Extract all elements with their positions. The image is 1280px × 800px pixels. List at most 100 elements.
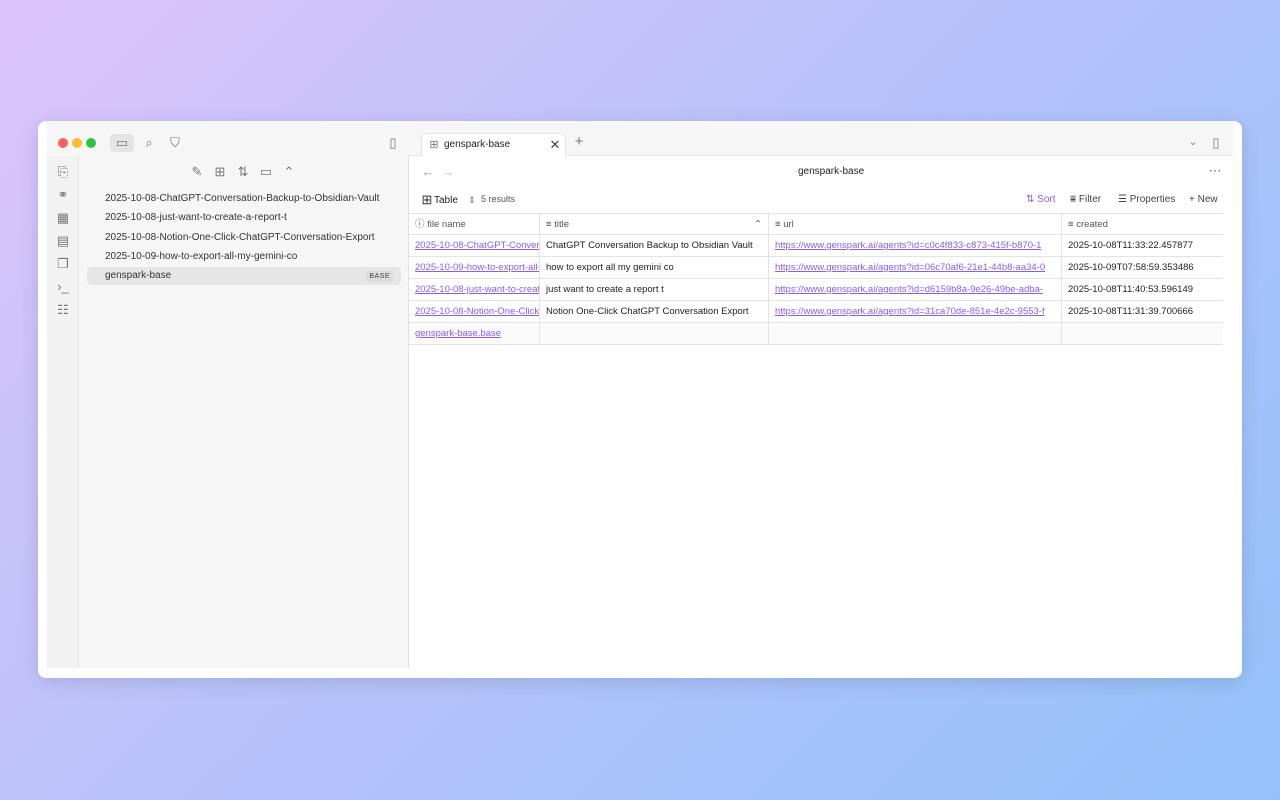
table-header: ⓘ file name ≡ title ⌃ ≡ url ≡ created [409,213,1223,236]
file-item[interactable]: 2025-10-09-how-to-export-all-my-gemini-c… [87,248,401,266]
chevron-updown-icon: ⇕ [468,195,476,205]
link[interactable]: https://www.genspark.ai/agents?id=c0c4f8… [775,240,1041,251]
column-label: file name [427,219,466,230]
sort-label: Sort [1037,194,1056,205]
column-label: created [1076,219,1108,230]
bookmark-icon[interactable]: ⛉ [166,135,184,151]
link[interactable]: genspark-base.base [415,328,501,339]
url-cell[interactable]: https://www.genspark.ai/agents?id=06c70a… [769,257,1062,279]
collapse-all-icon[interactable]: ⌃ [280,164,298,180]
link[interactable]: 2025-10-08-Notion-One-Click-ChatGPT-Conv… [415,306,539,317]
cell-text: 2025-10-08T11:33:22.457877 [1068,240,1194,251]
templates-icon[interactable]: ❐ [54,256,72,272]
canvas-icon[interactable]: ▦ [54,210,72,226]
created-cell[interactable] [1062,323,1223,345]
cell-text: just want to create a report t [546,284,664,295]
sort-icon: ⇅ [1026,194,1038,205]
new-button[interactable]: + New [1189,194,1218,205]
new-tab-icon[interactable]: + [570,134,588,150]
new-folder-icon[interactable]: ⊞ [211,164,229,180]
link[interactable]: https://www.genspark.ai/agents?id=06c70a… [775,262,1045,273]
back-icon[interactable]: ← [419,164,437,180]
maximize-window-button[interactable] [86,138,96,148]
file-item[interactable]: 2025-10-08-ChatGPT-Conversation-Backup-t… [87,190,401,208]
close-window-button[interactable] [58,138,68,148]
link[interactable]: 2025-10-08-just-want-to-create-a-report-… [415,284,539,295]
url-cell[interactable]: https://www.genspark.ai/agents?id=31ca70… [769,301,1062,323]
base-badge: BASE [366,271,393,282]
file-label: genspark-base [105,270,172,281]
terminal-icon[interactable]: ›_ [54,279,72,295]
url-cell[interactable]: https://www.genspark.ai/agents?id=d6159b… [769,279,1062,301]
filter-icon: ⩸ [1070,194,1079,205]
file-item-active[interactable]: genspark-base BASE [87,267,401,285]
url-cell[interactable]: https://www.genspark.ai/agents?id=c0c4f8… [769,235,1062,257]
file-name-cell[interactable]: 2025-10-08-just-want-to-create-a-report-… [409,279,540,301]
table-row: 2025-10-09-how-to-export-all-my-gemini-c… [409,257,1223,279]
column-header-url[interactable]: ≡ url [769,214,1062,236]
link[interactable]: https://www.genspark.ai/agents?id=d6159b… [775,284,1043,295]
file-label: 2025-10-09-how-to-export-all-my-gemini-c… [105,251,298,262]
calendar-icon[interactable]: ▤ [54,233,72,249]
close-tab-icon[interactable]: ✕ [546,137,564,153]
column-header-created[interactable]: ≡ created [1062,214,1223,236]
title-cell[interactable]: Notion One-Click ChatGPT Conversation Ex… [540,301,769,323]
new-note-icon[interactable]: ✎ [188,164,206,180]
title-cell[interactable]: just want to create a report t [540,279,769,301]
forward-icon[interactable]: → [439,164,457,180]
file-item[interactable]: 2025-10-08-Notion-One-Click-ChatGPT-Conv… [87,229,401,247]
created-cell[interactable]: 2025-10-08T11:40:53.596149 [1062,279,1223,301]
column-label: title [554,219,569,230]
title-cell[interactable]: how to export all my gemini co [540,257,769,279]
search-icon[interactable]: ⌕ [140,135,158,151]
auto-reveal-icon[interactable]: ▭ [257,164,275,180]
more-options-icon[interactable]: ⋯ [1206,163,1224,179]
file-name-cell[interactable]: genspark-base.base [409,323,540,345]
open-quick-switcher-icon[interactable]: ⎘ [54,164,72,180]
title-cell[interactable]: ChatGPT Conversation Backup to Obsidian … [540,235,769,257]
toggle-sidebar-icon[interactable]: ▯ [384,135,402,151]
table-row: 2025-10-08-just-want-to-create-a-report-… [409,279,1223,301]
title-cell[interactable] [540,323,769,345]
app-window: ▭ ⌕ ⛉ ▯ ⎘ ⚭ ▦ ▤ ❐ ›_ ☷ ✎ ⊞ ⇅ ▭ ⌃ 2025-10… [38,121,1242,678]
link[interactable]: https://www.genspark.ai/agents?id=31ca70… [775,306,1045,317]
page-title: genspark-base [798,166,865,177]
filter-button[interactable]: ⩸ Filter [1070,194,1101,205]
link[interactable]: 2025-10-08-ChatGPT-Conversation-Backup-t… [415,240,539,251]
cell-text: how to export all my gemini co [546,262,674,273]
file-label: 2025-10-08-ChatGPT-Conversation-Backup-t… [105,193,380,204]
created-cell[interactable]: 2025-10-09T07:58:59.353486 [1062,257,1223,279]
main-pane: ⊞ genspark-base ✕ + ⌄ ▯ ← → genspark-bas… [409,121,1233,668]
cell-text: 2025-10-08T11:40:53.596149 [1068,284,1194,295]
folder-icon[interactable]: ▭ [110,134,134,152]
file-item[interactable]: 2025-10-08-just-want-to-create-a-report-… [87,209,401,227]
file-name-cell[interactable]: 2025-10-08-Notion-One-Click-ChatGPT-Conv… [409,301,540,323]
created-cell[interactable]: 2025-10-08T11:33:22.457877 [1062,235,1223,257]
url-cell[interactable] [769,323,1062,345]
tab-bar: ⊞ genspark-base ✕ + ⌄ ▯ [409,121,1233,157]
sort-ascending-icon: ⌃ [754,219,762,230]
file-name-cell[interactable]: 2025-10-08-ChatGPT-Conversation-Backup-t… [409,235,540,257]
plus-icon: + [1189,194,1198,205]
tab-genspark-base[interactable]: ⊞ genspark-base ✕ [421,133,566,157]
link[interactable]: 2025-10-09-how-to-export-all-my-gemini-c… [415,262,539,273]
properties-button[interactable]: ☰ Properties [1118,194,1175,205]
table-icon: ⊞ [429,139,439,151]
cell-text: ChatGPT Conversation Backup to Obsidian … [546,240,753,251]
column-header-file-name[interactable]: ⓘ file name [409,214,540,236]
toggle-right-sidebar-icon[interactable]: ▯ [1207,135,1225,151]
created-cell[interactable]: 2025-10-08T11:31:39.700666 [1062,301,1223,323]
column-header-title[interactable]: ≡ title ⌃ [540,214,769,236]
sort-icon[interactable]: ⇅ [234,164,252,180]
chevron-down-icon[interactable]: ⌄ [1184,135,1202,151]
view-selector[interactable]: ⊞ Table ⇕ [419,192,476,208]
file-name-cell[interactable]: 2025-10-09-how-to-export-all-my-gemini-c… [409,257,540,279]
table-row: 2025-10-08-Notion-One-Click-ChatGPT-Conv… [409,301,1223,323]
sort-button[interactable]: ⇅ Sort [1026,194,1056,205]
bases-icon[interactable]: ☷ [54,302,72,318]
graph-view-icon[interactable]: ⚭ [54,187,72,203]
minimize-window-button[interactable] [72,138,82,148]
file-explorer: ✎ ⊞ ⇅ ▭ ⌃ 2025-10-08-ChatGPT-Conversatio… [79,156,409,668]
list-icon: ☰ [1118,194,1130,205]
cell-text: 2025-10-09T07:58:59.353486 [1068,262,1194,273]
